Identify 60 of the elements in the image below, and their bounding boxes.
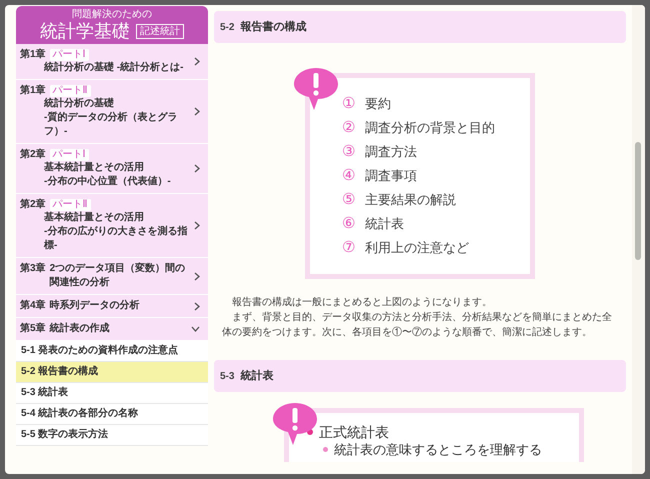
body-paragraph: まず、背景と目的、データ収集の方法と分析手法、分析結果などを簡単にまとめた全体の要約をつけます。次に、各項目を①〜⑦のような順番で、簡潔に記述します。 [222, 310, 613, 340]
section-title: 統計表 [240, 368, 274, 384]
section-title: 報告書の構成 [240, 20, 306, 35]
list-item-text: 要約 [365, 95, 391, 113]
chapter-menu-item[interactable]: 第1章 パートⅡ 統計分析の基礎 -質的データの分析（表とグラフ）- [16, 80, 208, 144]
section-number: 5-2 [220, 20, 234, 34]
chapter-menu-item[interactable]: 第1章 パートⅠ 統計分析の基礎 -統計分析とは- [16, 44, 208, 80]
chapter-number: 第5章 [20, 322, 46, 336]
section-menu-item[interactable]: 5-1 発表のための資料作成の注意点 [16, 341, 208, 362]
list-item-text: 統計表 [365, 215, 404, 233]
circled-number: ⑦ [342, 239, 355, 257]
circled-number: ③ [342, 143, 355, 161]
book-title: 統計学基礎 [40, 21, 130, 41]
part-tag: パートⅡ [50, 84, 91, 96]
chapter-title: 統計表の作成 [50, 322, 110, 336]
circled-number: ② [342, 119, 355, 137]
section-menu-item[interactable]: 5-5 数字の表示方法 [16, 425, 208, 446]
chapter-menu-item[interactable]: 第5章 統計表の作成 [16, 318, 208, 341]
chapter-number: 第1章 [20, 84, 46, 97]
list-item-text: 主要結果の解説 [365, 191, 456, 209]
list-item-text: 調査事項 [365, 167, 417, 185]
scrollbar-thumb[interactable] [635, 142, 641, 260]
circled-number: ① [342, 95, 355, 113]
chapter-menu-item[interactable]: 第4章 時系列データの分析 [16, 295, 208, 318]
chapter-number: 第2章 [20, 148, 46, 161]
section-menu-item[interactable]: 5-3 統計表 [16, 383, 208, 404]
bullet-icon [323, 447, 328, 452]
circled-number: ⑤ [342, 191, 355, 209]
list-item-text: 調査方法 [365, 143, 417, 161]
chapter-number: 第1章 [20, 48, 46, 61]
list-item-text: 利用上の注意など [365, 239, 469, 257]
section-menu-item[interactable]: 5-2 報告書の構成 [16, 362, 208, 383]
chapter-number: 第4章 [20, 299, 46, 313]
chapter-number: 第2章 [20, 198, 46, 211]
chapter-title: 基本統計量とその活用 [43, 211, 145, 225]
book-subtitle: 問題解決のための [72, 9, 152, 21]
part-tag: パートⅠ [50, 148, 89, 160]
chapter-title: 時系列データの分析 [50, 299, 140, 313]
list-item-text: 統計表の意味するところを理解する [334, 441, 542, 458]
list-item-text: 正式統計表 [319, 423, 389, 441]
chapter-title: 統計分析の基礎 -統計分析とは- [43, 61, 184, 75]
chapter-title: -質的データの分析（表とグラフ）- [43, 111, 178, 139]
body-paragraph: 報告書の構成は一般にまとめると上図のようになります。 [231, 296, 493, 310]
chapter-menu-item[interactable]: 第2章 パートⅠ 基本統計量とその活用 -分布の中心位置（代表値）- [16, 144, 208, 194]
chapter-title: 基本統計量とその活用 [43, 161, 145, 175]
chapter-title: 統計分析の基礎 [43, 97, 115, 111]
part-tag: パートⅡ [50, 198, 91, 210]
chapter-title: -分布の広がりの大きさを測る指標- [42, 225, 188, 253]
circled-number: ⑥ [342, 215, 355, 233]
part-tag: パートⅠ [50, 48, 89, 60]
section-menu-item[interactable]: 5-4 統計表の各部分の名称 [16, 404, 208, 425]
chapter-menu-item[interactable]: 第2章 パートⅡ 基本統計量とその活用 -分布の広がりの大きさを測る指標- [16, 194, 208, 258]
chapter-number: 第3章 [20, 262, 46, 276]
chapter-menu-item[interactable]: 第3章 2つのデータ項目（変数）間の関連性の分析 [16, 258, 208, 295]
chapter-title: 2つのデータ項目（変数）間の関連性の分析 [50, 262, 186, 290]
circled-number: ④ [342, 167, 355, 185]
list-item-text: 調査分析の背景と目的 [365, 119, 495, 137]
book-badge: 記述統計 [136, 24, 184, 38]
chapter-title: -分布の中心位置（代表値）- [43, 175, 172, 189]
section-number: 5-3 [220, 370, 234, 384]
